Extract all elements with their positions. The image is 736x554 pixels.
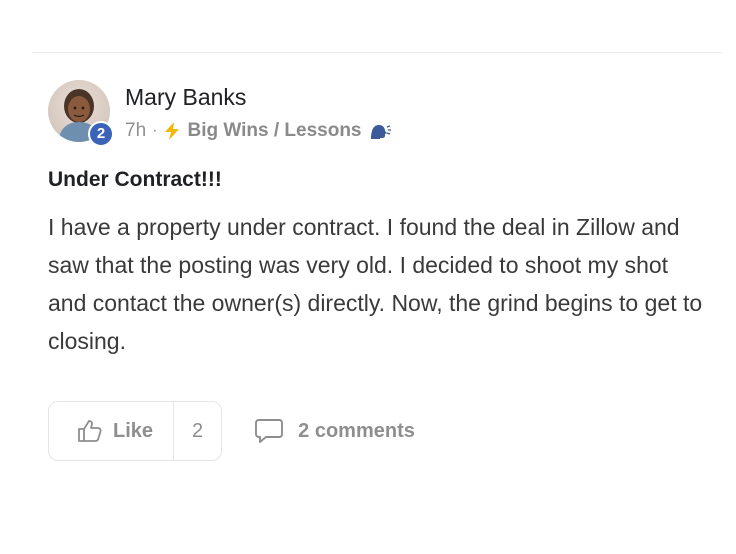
like-label: Like — [113, 419, 154, 442]
post-title: Under Contract!!! — [48, 168, 222, 191]
post-time: 7h — [125, 120, 147, 141]
thumbs-up-icon — [77, 419, 103, 443]
like-button[interactable]: Like — [49, 402, 175, 460]
top-divider — [32, 52, 722, 53]
post-meta: 7h · Big Wins / Lessons — [125, 120, 392, 142]
author-name[interactable]: Mary Banks — [125, 84, 246, 111]
meta-separator: · — [152, 122, 158, 139]
post-header: 2 Mary Banks 7h · Big Wins / Lessons — [48, 80, 708, 147]
like-count[interactable]: 2 — [174, 402, 221, 460]
post-card: 2 Mary Banks 7h · Big Wins / Lessons Und… — [48, 80, 708, 354]
like-group: Like 2 — [48, 401, 223, 461]
comments-button[interactable]: 2 comments — [254, 418, 415, 444]
post-actions: Like 2 2 comments — [48, 400, 415, 462]
speaking-head-icon — [368, 121, 392, 141]
post-body: I have a property under contract. I foun… — [48, 214, 703, 354]
lightning-bolt-icon — [163, 121, 181, 141]
level-badge: 2 — [88, 121, 114, 147]
category-link[interactable]: Big Wins / Lessons — [187, 120, 361, 142]
comments-label: 2 comments — [298, 419, 415, 442]
comment-bubble-icon — [254, 418, 284, 444]
